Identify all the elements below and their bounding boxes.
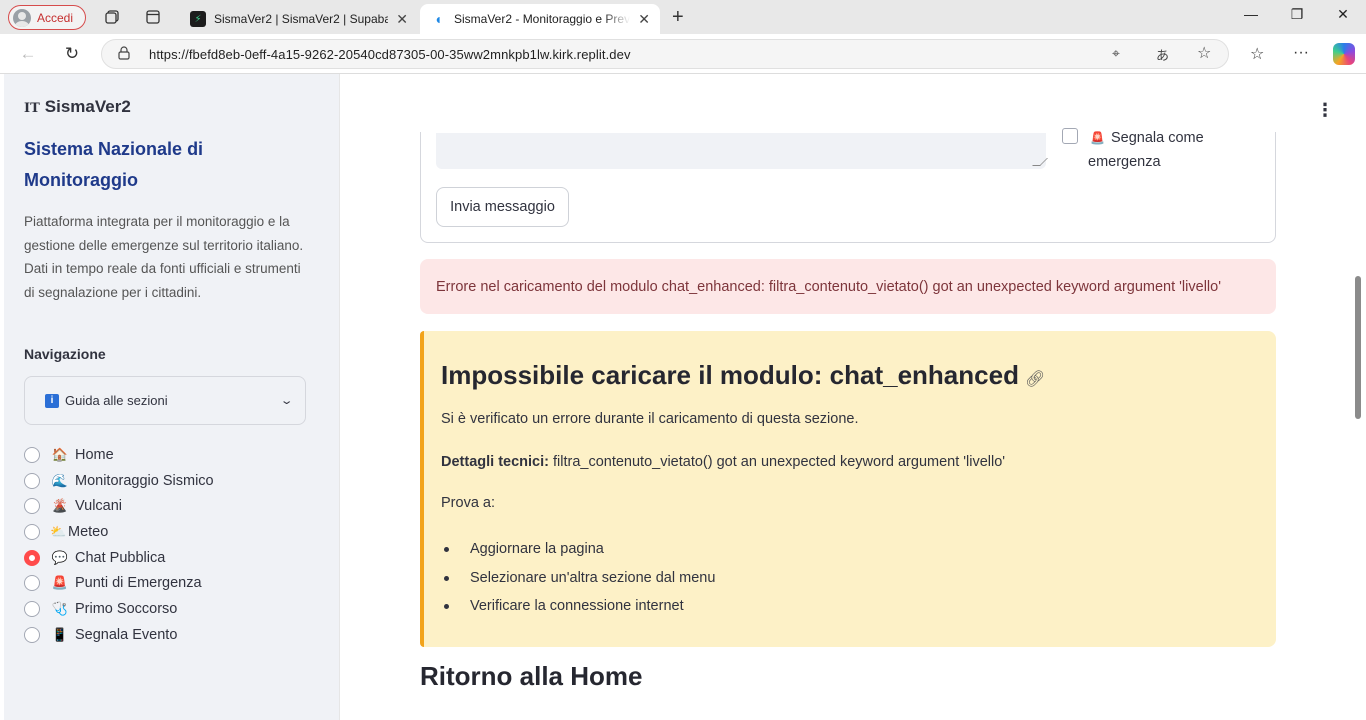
profile-button[interactable]: Accedi bbox=[8, 5, 86, 30]
return-home-heading: Ritorno alla Home bbox=[420, 661, 643, 691]
weather-icon: ⛅ bbox=[50, 523, 67, 539]
nav-item-chat-pubblica[interactable]: 💬 Chat Pubblica bbox=[24, 545, 214, 571]
nav-item-meteo[interactable]: ⛅ Meteo bbox=[24, 519, 214, 545]
message-textarea[interactable] bbox=[436, 133, 1046, 169]
nav-item-label: Punti di Emergenza bbox=[75, 575, 202, 592]
new-tab-icon[interactable]: + bbox=[672, 6, 684, 29]
warning-intro: Si è verificato un errore durante il car… bbox=[441, 411, 859, 427]
details-text: filtra_contenuto_vietato() got an unexpe… bbox=[553, 454, 1006, 470]
wave-icon: 🌊 bbox=[51, 472, 69, 488]
refresh-icon[interactable]: ↻ bbox=[61, 43, 83, 65]
scrollbar-thumb[interactable] bbox=[1355, 276, 1361, 419]
url-field[interactable]: https://fbefd8eb-0eff-4a15-9262-20540cd8… bbox=[101, 39, 1229, 69]
radio-button[interactable] bbox=[24, 626, 40, 643]
tab-supabase[interactable]: ⚡ SismaVer2 | SismaVer2 | Supabase ✕ bbox=[180, 4, 418, 34]
minimize-icon[interactable]: — bbox=[1241, 6, 1261, 22]
siren-icon: 🚨 bbox=[51, 575, 69, 591]
tab-actions-icon[interactable] bbox=[144, 8, 162, 26]
nav-item-segnala-evento[interactable]: 📱 Segnala Evento bbox=[24, 622, 214, 648]
radio-button[interactable] bbox=[24, 600, 40, 617]
close-window-icon[interactable]: ✕ bbox=[1333, 6, 1353, 23]
workspaces-icon[interactable] bbox=[103, 8, 121, 26]
radio-button[interactable] bbox=[24, 575, 40, 592]
details-label: Dettagli tecnici: bbox=[441, 454, 549, 470]
guide-label: Guida alle sezioni bbox=[65, 393, 168, 408]
info-icon: i bbox=[45, 393, 59, 408]
house-icon: 🏠 bbox=[51, 446, 69, 462]
link-icon[interactable]: 🔗︎ bbox=[1025, 371, 1045, 388]
radio-button[interactable] bbox=[24, 472, 40, 489]
warning-try-label: Prova a: bbox=[441, 495, 495, 511]
warning-title-text: Impossibile caricare il modulo: chat_enh… bbox=[441, 360, 1019, 390]
emergency-label: 🚨 Segnala come emergenza bbox=[1088, 126, 1238, 174]
nav-item-home[interactable]: 🏠 Home bbox=[24, 442, 214, 468]
error-message: Errore nel caricamento del modulo chat_e… bbox=[436, 278, 1221, 295]
nav-item-label: Monitoraggio Sismico bbox=[75, 472, 214, 489]
supabase-icon: ⚡ bbox=[190, 11, 206, 27]
app-name: IT SismaVer2 bbox=[24, 97, 131, 117]
radio-button[interactable] bbox=[24, 498, 40, 515]
location-icon[interactable]: ⌖ bbox=[1112, 45, 1120, 62]
emergency-label-text: Segnala come emergenza bbox=[1088, 130, 1204, 170]
close-icon[interactable]: ✕ bbox=[396, 11, 408, 28]
nav-item-label: Chat Pubblica bbox=[75, 549, 166, 566]
url-text: https://fbefd8eb-0eff-4a15-9262-20540cd8… bbox=[149, 47, 631, 62]
list-item: Verificare la connessione internet bbox=[441, 592, 715, 621]
back-icon[interactable]: ← bbox=[17, 43, 39, 65]
navigation-radio-group: 🏠 Home 🌊 Monitoraggio Sismico 🌋 Vulcani … bbox=[24, 442, 214, 648]
flag-it-icon: IT bbox=[24, 101, 40, 116]
send-message-button[interactable]: Invia messaggio bbox=[436, 187, 569, 227]
mobile-phone-icon: 📱 bbox=[51, 626, 69, 642]
tab-title: SismaVer2 | SismaVer2 | Supabase bbox=[214, 12, 389, 26]
more-options-icon[interactable]: ··· bbox=[1293, 44, 1309, 62]
list-item: Aggiornare la pagina bbox=[441, 535, 715, 564]
copilot-icon[interactable] bbox=[1333, 43, 1355, 65]
lock-icon bbox=[118, 46, 130, 63]
suggestion-list: Aggiornare la pagina Selezionare un'altr… bbox=[441, 535, 715, 621]
nav-item-punti-di-emergenza[interactable]: 🚨 Punti di Emergenza bbox=[24, 570, 214, 596]
avatar-icon bbox=[13, 8, 31, 27]
streamlit-icon: ◖ bbox=[433, 11, 443, 27]
main-menu-icon[interactable]: ⋮ bbox=[1316, 100, 1334, 121]
nav-item-label: Primo Soccorso bbox=[75, 600, 178, 617]
siren-icon: 🚨 bbox=[1090, 131, 1105, 145]
tab-title: SismaVer2 - Monitoraggio e Prevenzione bbox=[454, 12, 631, 26]
nav-item-monitoraggio-sismico[interactable]: 🌊 Monitoraggio Sismico bbox=[24, 468, 214, 494]
radio-button[interactable] bbox=[24, 523, 40, 540]
volcano-icon: 🌋 bbox=[51, 498, 69, 514]
close-icon[interactable]: ✕ bbox=[638, 11, 650, 28]
chevron-down-icon: ⌄ bbox=[279, 395, 294, 407]
error-alert: Errore nel caricamento del modulo chat_e… bbox=[420, 259, 1276, 314]
translate-icon[interactable]: あ bbox=[1156, 45, 1169, 64]
browser-address-bar: ← ↻ https://fbefd8eb-0eff-4a15-9262-2054… bbox=[0, 34, 1366, 74]
warning-title: Impossibile caricare il modulo: chat_enh… bbox=[441, 360, 1045, 391]
favorite-star-icon[interactable]: ☆ bbox=[1197, 43, 1211, 63]
nav-item-label: Home bbox=[75, 446, 114, 463]
nav-item-label: Vulcani bbox=[75, 498, 123, 515]
navigation-title: Navigazione bbox=[24, 346, 106, 362]
restore-icon[interactable]: ❐ bbox=[1287, 6, 1307, 23]
radio-button[interactable] bbox=[24, 446, 40, 463]
radio-button-selected[interactable] bbox=[24, 549, 40, 566]
nav-item-label: Meteo bbox=[68, 523, 109, 540]
nav-item-label: Segnala Evento bbox=[75, 626, 178, 643]
favorites-icon[interactable]: ☆ bbox=[1250, 44, 1264, 64]
speech-bubble-icon: 💬 bbox=[51, 549, 69, 565]
app-name-text: SismaVer2 bbox=[44, 97, 131, 116]
list-item: Selezionare un'altra sezione dal menu bbox=[441, 564, 715, 593]
system-description: Piattaforma integrata per il monitoraggi… bbox=[24, 214, 304, 300]
tab-sismaver2[interactable]: ◖ SismaVer2 - Monitoraggio e Prevenzione… bbox=[420, 4, 660, 34]
system-title: Sistema Nazionale di Monitoraggio bbox=[24, 139, 204, 190]
stethoscope-icon: 🩺 bbox=[51, 600, 69, 616]
emergency-checkbox[interactable] bbox=[1062, 128, 1078, 144]
nav-item-vulcani[interactable]: 🌋 Vulcani bbox=[24, 493, 214, 519]
nav-item-primo-soccorso[interactable]: 🩺 Primo Soccorso bbox=[24, 596, 214, 622]
guide-expander[interactable]: i Guida alle sezioni ⌄ bbox=[24, 376, 306, 425]
warning-details: Dettagli tecnici: filtra_contenuto_vieta… bbox=[441, 454, 1005, 470]
profile-label: Accedi bbox=[37, 10, 74, 25]
browser-tab-bar: Accedi ⚡ SismaVer2 | SismaVer2 | Supabas… bbox=[0, 0, 1366, 34]
